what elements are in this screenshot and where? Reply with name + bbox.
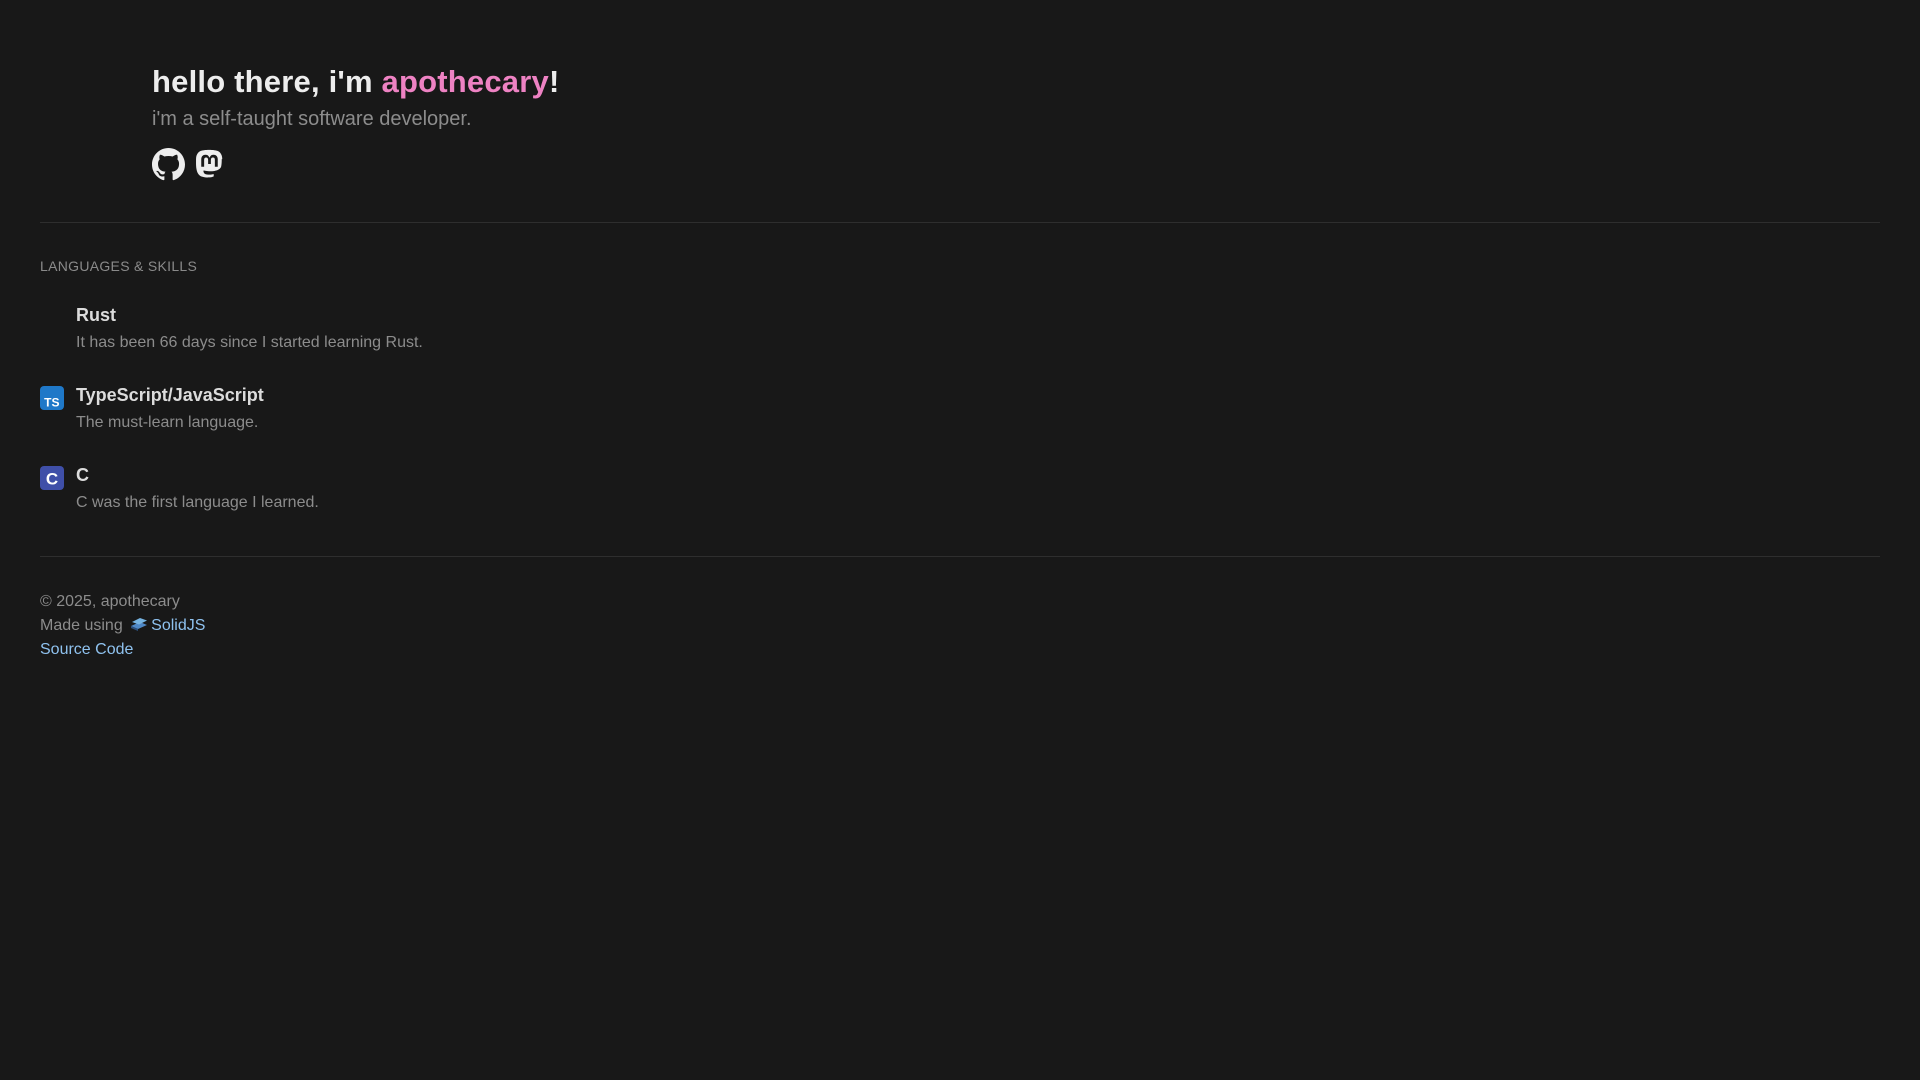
- made-using-prefix: Made using: [40, 617, 128, 634]
- hero-subtitle: i'm a self-taught software developer.: [152, 108, 472, 130]
- github-icon: [152, 148, 185, 181]
- typescript-icon-text: TS: [44, 396, 59, 410]
- top-divider: [40, 222, 1880, 223]
- skill-list: Rust It has been 66 days since I started…: [40, 302, 1880, 542]
- hero-title: hello there, i'm apothecary!: [152, 62, 559, 102]
- source-code-link[interactable]: Source Code: [40, 641, 133, 658]
- mastodon-icon: [196, 149, 223, 178]
- skill-description: C was the first language I learned.: [76, 494, 319, 511]
- made-using-line: Made using SolidJS: [40, 614, 205, 638]
- hero-section: hello there, i'm apothecary! i'm a self-…: [152, 62, 559, 181]
- c-language-icon: C: [40, 466, 64, 490]
- hero-greeting-suffix: !: [548, 64, 560, 99]
- typescript-icon: TS: [40, 386, 64, 410]
- skill-name: Rust: [76, 305, 116, 325]
- github-link[interactable]: [152, 148, 185, 181]
- skill-item-c: C C C was the first language I learned.: [40, 462, 1880, 542]
- rust-icon: [40, 306, 64, 330]
- copyright-text: © 2025, apothecary: [40, 593, 180, 610]
- skills-section: LANGUAGES & SKILLS Rust It has been 66 d…: [40, 258, 1880, 542]
- skill-description: It has been 66 days since I started lear…: [76, 334, 423, 351]
- skill-item-rust: Rust It has been 66 days since I started…: [40, 302, 1880, 382]
- skill-item-typescript: TS TypeScript/JavaScript The must-learn …: [40, 382, 1880, 462]
- bottom-divider: [40, 556, 1880, 557]
- skill-name: C: [76, 465, 89, 485]
- social-links: [152, 148, 559, 181]
- page: hello there, i'm apothecary! i'm a self-…: [0, 0, 1920, 1080]
- hero-greeting-prefix: hello there, i'm: [152, 64, 382, 99]
- skill-name: TypeScript/JavaScript: [76, 385, 264, 405]
- source-line: Source Code: [40, 638, 205, 662]
- c-language-icon-text: C: [46, 470, 58, 489]
- mastodon-link[interactable]: [193, 148, 226, 181]
- solidjs-link[interactable]: SolidJS: [151, 617, 205, 634]
- solidjs-icon: [129, 616, 149, 632]
- footer: © 2025, apothecary Made using SolidJS So…: [40, 590, 205, 662]
- hero-name: apothecary: [381, 64, 549, 99]
- skill-description: The must-learn language.: [76, 414, 259, 431]
- skills-heading: LANGUAGES & SKILLS: [40, 258, 198, 274]
